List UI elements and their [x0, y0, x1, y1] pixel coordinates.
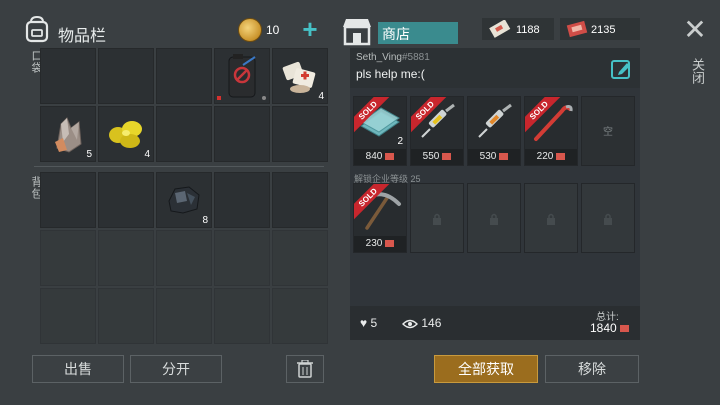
shop-slot-locked: [467, 183, 521, 253]
backpack-slot-locked: [98, 230, 154, 286]
crystal-ore-icon: [55, 117, 82, 153]
shop-slot-locked: [524, 183, 578, 253]
shop-slot-empty[interactable]: 空: [581, 96, 635, 166]
eye-icon: [402, 319, 418, 329]
edit-icon[interactable]: [610, 58, 632, 80]
shop-message: pls help me:(: [356, 67, 425, 81]
seller-id: #5881: [401, 52, 430, 63]
pocket-slot-crystal-ore[interactable]: 5: [40, 106, 96, 162]
inventory-title: 物品栏: [58, 28, 107, 45]
get-all-button[interactable]: 全部获取: [434, 355, 538, 383]
backpack-slot-locked: [272, 288, 328, 344]
coin-icon: [238, 18, 262, 42]
coin-count: 10: [266, 23, 280, 37]
add-coins-button[interactable]: +: [300, 16, 320, 43]
gas-tank-icon: [228, 54, 256, 98]
backpack-slot-locked: [214, 288, 270, 344]
empty-slot-label: 空: [603, 127, 613, 138]
shop-slot-crowbar[interactable]: SOLD 220: [524, 96, 578, 166]
sold-ribbon: SOLD: [354, 184, 390, 220]
backpack-slot-empty[interactable]: [40, 172, 96, 228]
item-quantity: 5: [86, 149, 92, 160]
shop-slot-locked: [410, 183, 464, 253]
item-price: 550: [411, 149, 463, 165]
sell-button[interactable]: 出售: [32, 355, 124, 383]
item-price: 220: [525, 149, 577, 165]
trash-button[interactable]: [286, 355, 324, 383]
item-price: 840: [354, 149, 406, 165]
lock-icon: [547, 213, 555, 225]
seller-username: Seth_Ving: [356, 52, 402, 63]
item-quantity: 4: [144, 149, 150, 160]
pocket-slot-empty[interactable]: [156, 106, 212, 162]
item-quantity: 4: [318, 91, 324, 102]
lock-icon: [604, 213, 612, 225]
item-price: 230: [354, 236, 406, 252]
pocket-slot-empty[interactable]: [156, 48, 212, 104]
backpack-grid: 8: [40, 172, 328, 344]
shop-slot-syringe-orange[interactable]: 530: [467, 96, 521, 166]
coupon-icon: [566, 20, 588, 38]
backpack-slot-locked: [156, 288, 212, 344]
gold-nuggets-icon: [109, 121, 142, 148]
section-divider: [34, 166, 324, 167]
pocket-slot-empty[interactable]: [98, 48, 154, 104]
pocket-slot-gas-tank[interactable]: [214, 48, 270, 104]
backpack-slot-coal-ore[interactable]: 8: [156, 172, 212, 228]
lock-icon: [490, 213, 498, 225]
views-count: 146: [402, 316, 441, 330]
backpack-slot-locked: [40, 288, 96, 344]
pocket-slot-empty[interactable]: [40, 48, 96, 104]
shop-title: 商店: [378, 22, 458, 44]
backpack-slot-locked: [98, 288, 154, 344]
syringe-icon: [478, 103, 512, 138]
item-quantity: 8: [202, 215, 208, 226]
backpack-slot-empty[interactable]: [98, 172, 154, 228]
item-price: 530: [468, 149, 520, 165]
backpack-slot-locked: [214, 230, 270, 286]
close-label[interactable]: 关闭: [688, 58, 707, 84]
pocket-slot-empty[interactable]: [272, 106, 328, 162]
backpack-slot-locked: [272, 230, 328, 286]
shop-icon: [343, 19, 371, 46]
pocket-slot-medkit[interactable]: 4: [272, 48, 328, 104]
pocket-slot-empty[interactable]: [214, 106, 270, 162]
coal-ore-icon: [168, 186, 200, 214]
backpack-slot-empty[interactable]: [214, 172, 270, 228]
seller-name: Seth_Ving#5881: [356, 52, 430, 63]
shop-slot-glass-sheets[interactable]: SOLD 2 840: [353, 96, 407, 166]
backpack-slot-locked: [40, 230, 96, 286]
backpack-slot-empty[interactable]: [272, 172, 328, 228]
shop-slot-locked: [581, 183, 635, 253]
remove-button[interactable]: 移除: [545, 355, 639, 383]
sold-ribbon: SOLD: [354, 97, 390, 133]
lock-icon: [433, 213, 441, 225]
backpack-icon: [25, 15, 49, 43]
shop-slot-syringe-yellow[interactable]: SOLD 550: [410, 96, 464, 166]
currency1-value: 1188: [516, 24, 540, 36]
pocket-slot-gold-nuggets[interactable]: 4: [98, 106, 154, 162]
medkit-icon: [282, 61, 316, 93]
item-count: 2: [397, 136, 403, 147]
sold-ribbon: SOLD: [411, 97, 447, 133]
trash-icon: [297, 360, 313, 378]
pocket-grid: 4 5 4: [40, 48, 328, 162]
shop-slot-pickaxe[interactable]: SOLD 230: [353, 183, 407, 253]
sold-ribbon: SOLD: [525, 97, 561, 133]
heart-icon: ♥: [360, 316, 368, 330]
total-value: 1840: [590, 321, 629, 335]
split-button[interactable]: 分开: [130, 355, 222, 383]
close-icon[interactable]: ✕: [682, 16, 708, 44]
backpack-slot-locked: [156, 230, 212, 286]
likes-count: ♥ 5: [360, 316, 378, 330]
ticket-icon: [489, 20, 511, 38]
currency2-value: 2135: [591, 24, 616, 36]
